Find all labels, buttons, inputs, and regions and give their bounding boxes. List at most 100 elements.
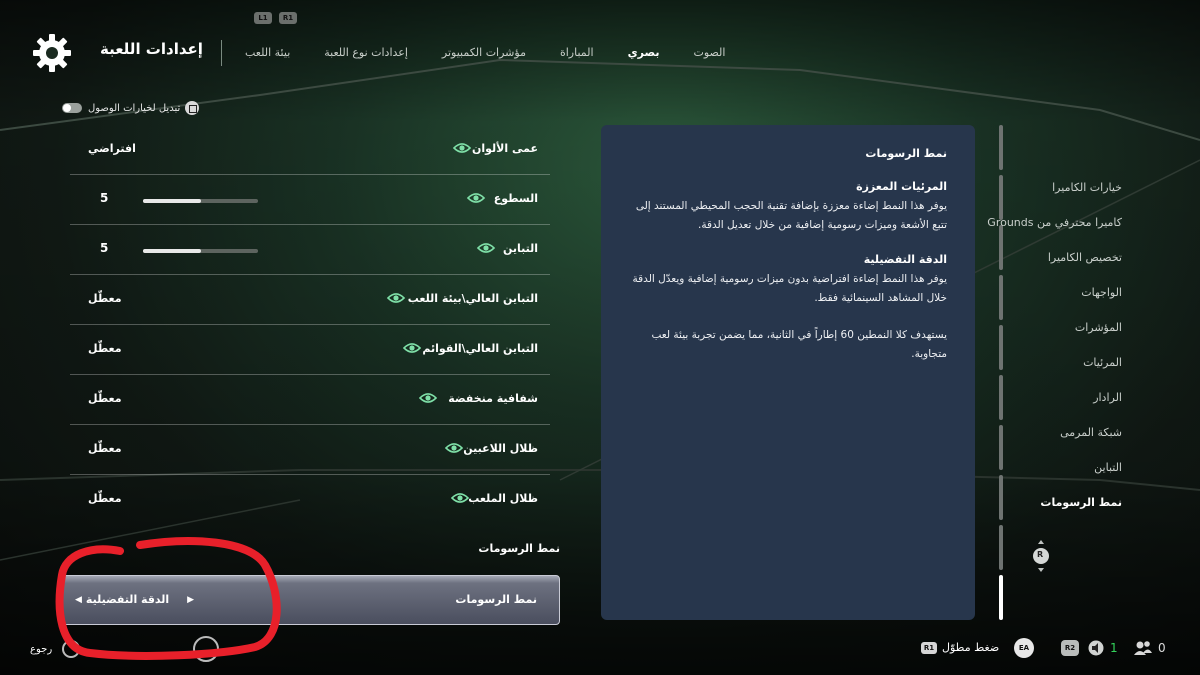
setting-label: عمى الألوان (472, 142, 538, 155)
rail-segment (999, 475, 1003, 520)
setting-value: 5 (100, 241, 109, 255)
eye-icon (477, 243, 495, 253)
rail-segment (999, 425, 1003, 470)
panel-text: يستهدف كلا النمطين 60 إطاراً في الثانية،… (651, 329, 947, 360)
square-button-icon (185, 101, 200, 115)
accessibility-toggle-row[interactable]: تبديل لخيارات الوصول (62, 100, 200, 116)
tab-bar: بيئة اللعب إعدادات نوع اللعبة مؤشرات الك… (245, 44, 759, 61)
rail-segment (999, 275, 1003, 320)
rail-segment (999, 175, 1003, 220)
nav-scroll-rail[interactable] (999, 125, 1004, 620)
eye-icon (467, 193, 485, 203)
rail-segment (999, 225, 1003, 270)
nav-item-interfaces[interactable]: الواجهات (1012, 275, 1122, 310)
setting-label: التباين العالي\بيئة اللعب (407, 292, 538, 305)
slider-fill (143, 249, 201, 253)
nav-item-goal-net[interactable]: شبكة المرمى (1012, 415, 1122, 450)
tab-cpu-indicators[interactable]: مؤشرات الكمبيوتر (442, 44, 526, 61)
eye-icon (387, 293, 405, 303)
setting-label: السطوع (493, 192, 538, 205)
eye-icon (453, 143, 471, 153)
tab-game-mode-settings[interactable]: إعدادات نوع اللعبة (324, 44, 408, 61)
nav-item-indicators[interactable]: المؤشرات (1012, 310, 1122, 345)
setting-row-high-contrast-menus[interactable]: معطّل التباين العالي\القوائم (70, 325, 550, 375)
eye-icon (403, 343, 421, 353)
setting-row-low-transparency[interactable]: معطّل شفافية منخفضة (70, 375, 550, 425)
setting-value: افتراضي (88, 142, 136, 155)
nav-item-radar[interactable]: الرادار (1012, 380, 1122, 415)
setting-value: معطّل (88, 392, 122, 405)
hold-label: ضغط مطوّل (942, 641, 1000, 654)
setting-label: ظلال الملعب (468, 492, 538, 505)
eye-icon (451, 493, 469, 503)
setting-value: معطّل (88, 342, 122, 355)
people-count: 0 (1158, 641, 1166, 655)
rail-segment (999, 125, 1003, 170)
tab-environment[interactable]: بيئة اللعب (245, 44, 290, 61)
setting-label: التباين (502, 242, 538, 255)
r1-button-icon[interactable]: R1 (921, 642, 937, 654)
contrast-slider[interactable] (143, 249, 258, 253)
circle-button-icon[interactable] (62, 640, 80, 658)
panel-text: يوفر هذا النمط إضاءة افتراضية بدون ميزات… (632, 273, 947, 304)
setting-row-high-contrast-gameplay[interactable]: معطّل التباين العالي\بيئة اللعب (70, 275, 550, 325)
nav-item-custom-camera[interactable]: تخصيص الكاميرا (1012, 240, 1122, 275)
nav-item-pro-camera[interactable]: كاميرا محترفي من Grounds (987, 205, 1122, 240)
rail-segment (999, 375, 1003, 420)
back-label[interactable]: رجوع (30, 644, 52, 655)
panel-subtitle: المرئيات المعززة (856, 180, 947, 193)
right-stick-label: R (1037, 550, 1044, 559)
settings-list: افتراضي عمى الألوان 5 السطوع 5 التباين م… (70, 125, 550, 525)
nav-item-contrast[interactable]: التباين (1012, 450, 1122, 485)
accessibility-toggle[interactable] (62, 103, 82, 113)
brightness-slider[interactable] (143, 199, 258, 203)
panel-title: نمط الرسومات (865, 147, 947, 160)
page-title: إعدادات اللعبة (100, 40, 203, 58)
setting-value: 5 (100, 191, 109, 205)
tab-match[interactable]: المباراة (560, 44, 594, 61)
nav-item-camera-options[interactable]: خيارات الكاميرا (1012, 170, 1122, 205)
eye-icon (445, 443, 463, 453)
rail-segment (999, 325, 1003, 370)
l1-bumper-hint[interactable]: L1 (254, 12, 272, 24)
people-icon (1134, 641, 1152, 655)
r1-bumper-hint[interactable]: R1 (279, 12, 297, 24)
section-nav: خيارات الكاميرا كاميرا محترفي من Grounds… (987, 170, 1122, 520)
setting-value: معطّل (88, 492, 122, 505)
setting-label: ظلال اللاعبين (463, 442, 538, 455)
graphics-mode-value: الدقة التفضيلية (85, 593, 170, 606)
setting-row-graphics-mode[interactable]: ◀ الدقة التفضيلية ▶ نمط الرسومات (60, 575, 560, 625)
setting-row-stadium-shadows[interactable]: معطّل ظلال الملعب (70, 475, 550, 525)
r2-button-icon[interactable]: R2 (1061, 640, 1079, 656)
setting-label: التباين العالي\القوائم (422, 342, 538, 355)
rail-segment-active (999, 575, 1003, 620)
rail-segment (999, 525, 1003, 570)
setting-row-player-shadows[interactable]: معطّل ظلال اللاعبين (70, 425, 550, 475)
speaker-icon (1088, 640, 1104, 656)
graphics-mode-selector[interactable]: ◀ الدقة التفضيلية ▶ (71, 593, 198, 606)
description-panel: نمط الرسومات المرئيات المعززة يوفر هذا ا… (601, 125, 975, 620)
footer-bar: رجوع R1 ضغط مطوّل EA R2 1 0 (0, 630, 1200, 675)
panel-subtitle: الدقة التفضيلية (863, 253, 947, 266)
stick-button-icon[interactable] (193, 636, 219, 662)
panel-text: يوفر هذا النمط إضاءة معززة بإضافة تقنية … (635, 200, 947, 231)
accessibility-toggle-label: تبديل لخيارات الوصول (88, 102, 181, 114)
graphics-mode-label: نمط الرسومات (455, 593, 537, 606)
arrow-right-icon[interactable]: ▶ (187, 595, 194, 605)
setting-row-brightness[interactable]: 5 السطوع (70, 175, 550, 225)
graphics-section-heading: نمط الرسومات (478, 542, 560, 555)
nav-item-graphics-mode[interactable]: نمط الرسومات (1012, 485, 1122, 520)
tab-visual[interactable]: بصري (628, 44, 660, 61)
eye-icon (419, 393, 437, 403)
top-bar: L1 R1 إعدادات اللعبة بيئة اللعب إعدادات … (0, 0, 1200, 90)
tab-audio[interactable]: الصوت (693, 44, 725, 61)
gear-icon[interactable] (32, 33, 72, 73)
arrow-left-icon[interactable]: ◀ (75, 595, 82, 605)
speaker-count: 1 (1110, 641, 1118, 655)
setting-row-contrast[interactable]: 5 التباين (70, 225, 550, 275)
title-divider (221, 40, 222, 66)
setting-label: شفافية منخفضة (448, 392, 538, 405)
nav-item-visuals[interactable]: المرئيات (1012, 345, 1122, 380)
setting-row-colorblind[interactable]: افتراضي عمى الألوان (70, 125, 550, 175)
ea-logo-icon[interactable]: EA (1014, 638, 1034, 658)
